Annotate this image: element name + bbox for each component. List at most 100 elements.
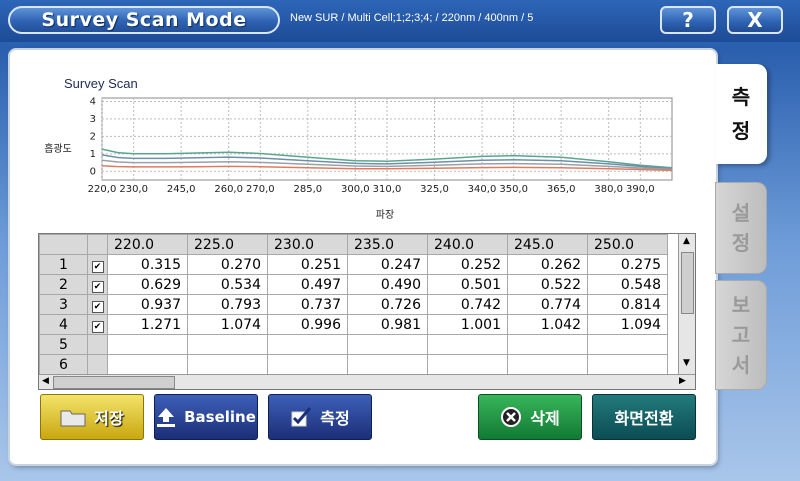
tab-report[interactable]: 보 고 서 — [715, 280, 767, 390]
scroll-right-icon[interactable]: ▶ — [679, 376, 686, 386]
table-cell[interactable]: 1.074 — [187, 314, 268, 335]
row-checkbox-cell[interactable]: ✔ — [87, 314, 108, 335]
horizontal-scroll-thumb[interactable] — [53, 376, 175, 389]
row-checkbox-cell[interactable]: ✔ — [87, 294, 108, 315]
column-header[interactable]: 235.0 — [347, 234, 428, 255]
table-cell[interactable]: 0.534 — [187, 274, 268, 295]
scroll-left-icon[interactable]: ◀ — [42, 376, 49, 386]
baseline-button[interactable]: Baseline — [154, 394, 258, 440]
table-cell[interactable]: 0.996 — [267, 314, 348, 335]
horizontal-scrollbar[interactable]: ◀ ▶ — [39, 374, 695, 389]
vertical-scroll-thumb[interactable] — [681, 252, 694, 314]
table-cell[interactable]: 0.247 — [347, 254, 428, 275]
y-tick-label: 0 — [90, 166, 96, 177]
table-cell[interactable]: 0.742 — [427, 294, 508, 315]
table-cell[interactable] — [347, 354, 428, 375]
table-cell[interactable]: 0.497 — [267, 274, 348, 295]
row-checkbox[interactable]: ✔ — [91, 320, 104, 333]
table-row[interactable]: 4 ✔ 1.271 1.074 0.996 0.981 1.001 1.042 1.094 — [39, 314, 668, 335]
table-cell[interactable] — [187, 354, 268, 375]
screen-switch-button[interactable]: 화면전환 — [592, 394, 696, 440]
row-checkbox-cell[interactable]: ✔ — [87, 254, 108, 275]
y-tick-labels: 4 3 2 1 0 — [90, 96, 96, 177]
close-button[interactable]: X — [727, 6, 783, 34]
table-cell[interactable] — [347, 334, 428, 355]
table-cell[interactable]: 0.315 — [107, 254, 188, 275]
x-tick-label: 380,0 — [594, 184, 623, 195]
table-cell[interactable]: 0.737 — [267, 294, 348, 315]
table-cell[interactable] — [507, 354, 588, 375]
table-cell[interactable] — [107, 354, 188, 375]
column-header[interactable]: 245.0 — [507, 234, 588, 255]
table-cell[interactable]: 0.981 — [347, 314, 428, 335]
x-tick-label: 300,0 — [341, 184, 370, 195]
table-cell[interactable]: 0.251 — [267, 254, 348, 275]
row-checkbox[interactable]: ✔ — [91, 300, 104, 313]
table-cell[interactable]: 1.042 — [507, 314, 588, 335]
table-row[interactable]: 3 ✔ 0.937 0.793 0.737 0.726 0.742 0.774 0.814 — [39, 294, 668, 315]
save-label: 저장 — [94, 409, 124, 428]
table-cell[interactable] — [427, 354, 508, 375]
table-cell[interactable] — [507, 334, 588, 355]
table-cell[interactable]: 0.629 — [107, 274, 188, 295]
table-cell[interactable]: 0.774 — [507, 294, 588, 315]
table-cell[interactable]: 0.726 — [347, 294, 428, 315]
table-cell[interactable]: 0.548 — [587, 274, 668, 295]
table-cell[interactable]: 0.270 — [187, 254, 268, 275]
table-cell[interactable]: 0.490 — [347, 274, 428, 295]
y-tick-label: 3 — [90, 114, 96, 125]
scroll-up-icon[interactable]: ▲ — [683, 236, 690, 246]
table-cell[interactable]: 0.252 — [427, 254, 508, 275]
row-checkbox-cell[interactable]: ✔ — [87, 274, 108, 295]
table-row[interactable]: 2 ✔ 0.629 0.534 0.497 0.490 0.501 0.522 0.548 — [39, 274, 668, 295]
row-index: 6 — [39, 354, 88, 375]
table-cell[interactable]: 0.522 — [507, 274, 588, 295]
screen-switch-label: 화면전환 — [614, 409, 674, 428]
scroll-down-icon[interactable]: ▼ — [683, 358, 690, 368]
table-row[interactable]: 6 — [39, 354, 668, 375]
table-cell[interactable] — [587, 354, 668, 375]
delete-button[interactable]: 삭제 — [478, 394, 582, 440]
table-cell[interactable]: 0.793 — [187, 294, 268, 315]
chart-title: Survey Scan — [64, 76, 138, 91]
x-tick-label: 390,0 — [626, 184, 655, 195]
table-cell[interactable]: 0.262 — [507, 254, 588, 275]
tab-settings[interactable]: 설 정 — [715, 182, 767, 274]
column-header[interactable]: 220.0 — [107, 234, 188, 255]
table-cell[interactable]: 0.814 — [587, 294, 668, 315]
table-cell[interactable]: 0.937 — [107, 294, 188, 315]
column-header[interactable]: 225.0 — [187, 234, 268, 255]
data-grid[interactable]: 220.0 225.0 230.0 235.0 240.0 245.0 250.0 1 ✔ 0.… — [38, 233, 696, 390]
row-index: 5 — [39, 334, 88, 355]
table-cell[interactable]: 0.275 — [587, 254, 668, 275]
table-cell[interactable] — [107, 334, 188, 355]
column-header[interactable]: 230.0 — [267, 234, 348, 255]
table-cell[interactable]: 1.271 — [107, 314, 188, 335]
save-button[interactable]: 저장 — [40, 394, 144, 440]
table-cell[interactable] — [187, 334, 268, 355]
table-row[interactable]: 5 — [39, 334, 668, 355]
vertical-scrollbar[interactable]: ▲ ▼ — [678, 234, 695, 374]
table-cell[interactable]: 0.501 — [427, 274, 508, 295]
y-tick-label: 2 — [90, 131, 96, 142]
row-checkbox-cell[interactable] — [87, 334, 108, 355]
measure-label: 측정 — [320, 409, 350, 428]
table-cell[interactable] — [267, 354, 348, 375]
x-tick-label: 260,0 — [214, 184, 243, 195]
table-row[interactable]: 1 ✔ 0.315 0.270 0.251 0.247 0.252 0.262 0.275 — [39, 254, 668, 275]
help-button[interactable]: ? — [660, 6, 716, 34]
column-header[interactable]: 240.0 — [427, 234, 508, 255]
column-header[interactable]: 250.0 — [587, 234, 668, 255]
x-tick-label: 365,0 — [547, 184, 576, 195]
row-checkbox-cell[interactable] — [87, 354, 108, 375]
row-checkbox[interactable]: ✔ — [91, 260, 104, 273]
tab-measure[interactable]: 측 정 — [715, 64, 767, 164]
row-checkbox[interactable]: ✔ — [91, 280, 104, 293]
table-cell[interactable] — [267, 334, 348, 355]
survey-scan-chart: 220,0 230,0 245,0 260,0 270,0 285,0 300,0 310,0… — [44, 96, 673, 221]
table-cell[interactable]: 1.094 — [587, 314, 668, 335]
table-cell[interactable]: 1.001 — [427, 314, 508, 335]
table-cell[interactable] — [587, 334, 668, 355]
table-cell[interactable] — [427, 334, 508, 355]
measure-button[interactable]: 측정 — [268, 394, 372, 440]
